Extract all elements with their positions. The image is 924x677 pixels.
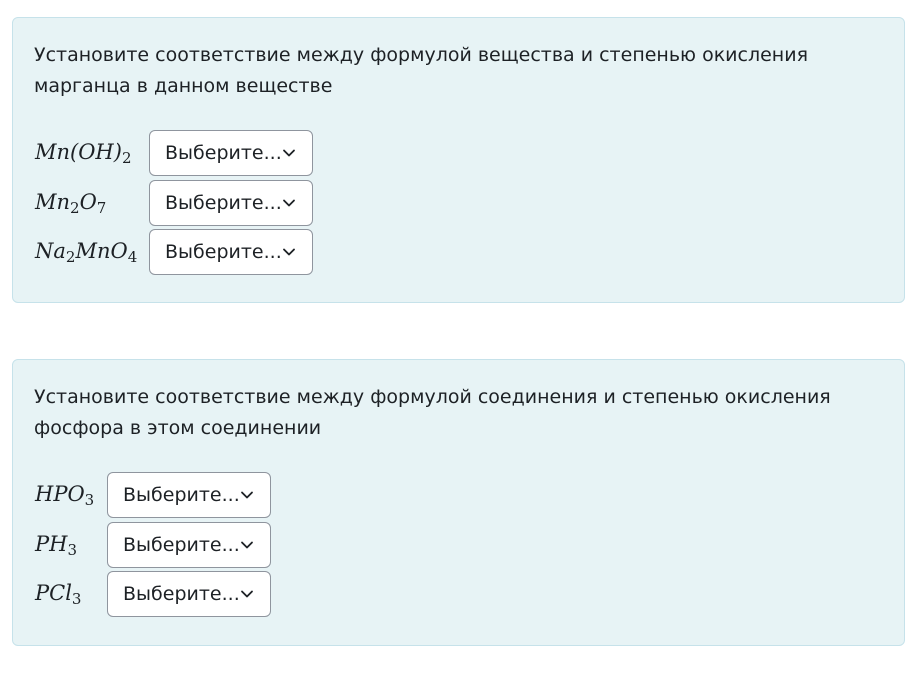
formula-subscript: 3 [84, 490, 95, 509]
match-row: PH3 Выберите... [35, 521, 271, 569]
select-value: Выберите... [165, 192, 282, 214]
answer-select[interactable]: Выберите... [149, 130, 313, 176]
match-row: HPO3 Выберите... [35, 471, 271, 519]
formula-subscript: 4 [127, 247, 138, 266]
answer-select[interactable]: Выберите... [107, 571, 271, 617]
formula-text: PCl [35, 580, 72, 605]
answer-select[interactable]: Выберите... [149, 180, 313, 226]
formula-text: HPO [35, 481, 85, 506]
formula: Mn(OH)2 [35, 140, 132, 167]
formula-subscript: 3 [67, 540, 77, 559]
formula: Mn2O7 [35, 190, 106, 217]
formula: PCl3 [35, 581, 81, 608]
formula-text: Mn [35, 189, 71, 214]
formula: HPO3 [35, 482, 94, 509]
chevron-down-icon [283, 149, 295, 157]
answer-select[interactable]: Выберите... [107, 472, 271, 518]
formula-text: PH [35, 531, 68, 556]
formula-subscript: 7 [96, 198, 107, 217]
chevron-down-icon [283, 248, 295, 256]
formula-text: Mn(OH) [35, 139, 122, 164]
formula: Na2MnO4 [35, 239, 137, 266]
chevron-down-icon [241, 590, 253, 598]
formula-text: MnO [75, 238, 128, 263]
select-value: Выберите... [123, 534, 240, 556]
chevron-down-icon [241, 541, 253, 549]
answer-select[interactable]: Выберите... [107, 522, 271, 568]
select-value: Выберите... [123, 583, 240, 605]
match-row: PCl3 Выберите... [35, 570, 271, 618]
formula-subscript: 2 [70, 198, 80, 217]
select-value: Выберите... [165, 142, 282, 164]
formula-subscript: 2 [121, 148, 132, 167]
formula-subscript: 3 [71, 589, 82, 608]
formula: PH3 [35, 532, 77, 559]
select-value: Выберите... [123, 484, 240, 506]
match-row: Mn2O7 Выберите... [35, 179, 313, 227]
question-card-2: Установите соответствие между формулой с… [12, 359, 905, 646]
question-text: Установите соответствие между формулой с… [34, 386, 831, 439]
formula-text: O [79, 189, 97, 214]
match-row: Na2MnO4 Выберите... [35, 228, 313, 276]
chevron-down-icon [283, 199, 295, 207]
answer-select[interactable]: Выберите... [149, 229, 313, 275]
formula-text: Na [35, 238, 66, 263]
question-card-1: Установите соответствие между формулой в… [12, 17, 905, 303]
question-text: Установите соответствие между формулой в… [34, 44, 809, 97]
select-value: Выберите... [165, 241, 282, 263]
match-row: Mn(OH)2 Выберите... [35, 129, 313, 177]
chevron-down-icon [241, 491, 253, 499]
